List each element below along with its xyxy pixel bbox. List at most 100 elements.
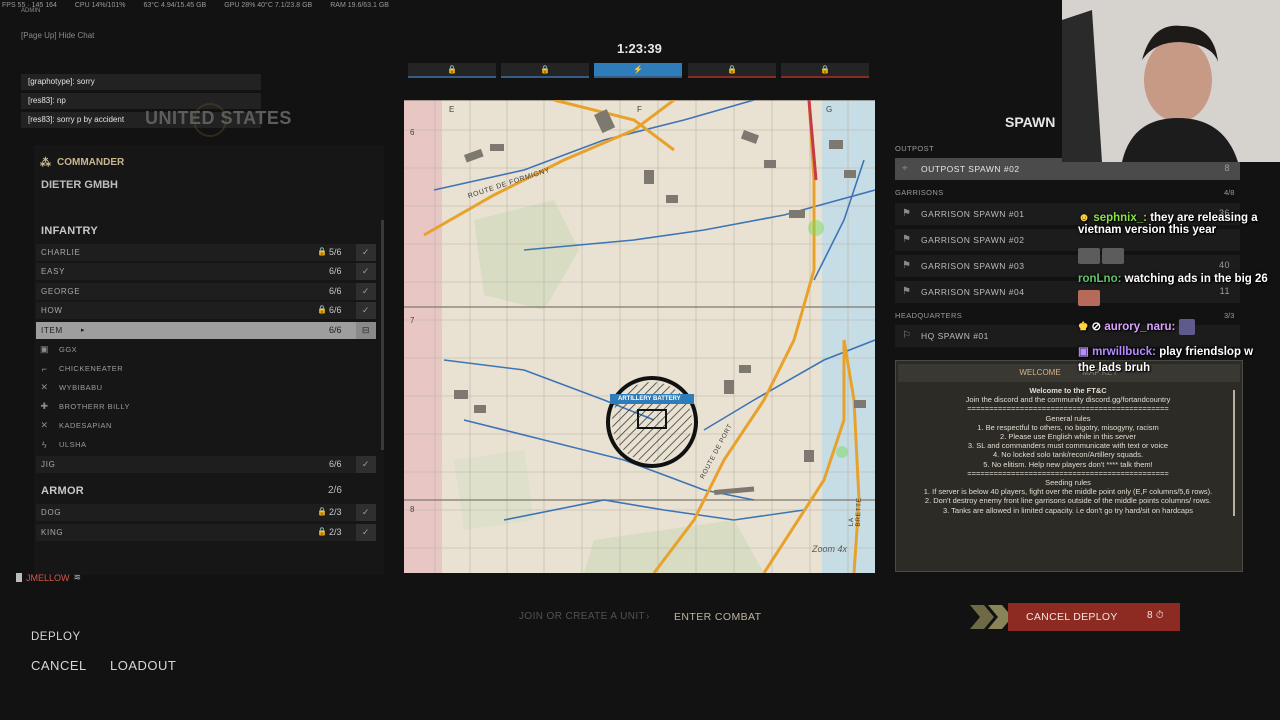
hq-icon: ⚐ bbox=[902, 330, 912, 341]
chevron-right-icon: › bbox=[646, 611, 650, 622]
cancel-deploy-button[interactable]: CANCEL DEPLOY 8 ⏱ bbox=[1008, 603, 1180, 631]
join-unit-button[interactable]: ✓ bbox=[356, 244, 376, 261]
spawn-name: GARRISON SPAWN #03 bbox=[921, 261, 1025, 271]
member-row[interactable]: ✕ KADESAPIAN bbox=[40, 417, 112, 434]
rules-line: 2. Don't destroy enemy front line garris… bbox=[924, 496, 1212, 506]
grid-row-label: 7 bbox=[410, 316, 415, 325]
lock-icon: 🔒 bbox=[317, 527, 328, 536]
lock-icon: 🔒 bbox=[317, 305, 328, 314]
enter-combat-button[interactable]: ENTER COMBAT bbox=[674, 611, 761, 623]
garrison-icon: ⚑ bbox=[902, 260, 912, 271]
deploy-button[interactable]: DEPLOY bbox=[31, 631, 81, 643]
cancel-button[interactable]: CANCEL bbox=[31, 658, 87, 673]
join-unit-button[interactable]: ✓ bbox=[356, 263, 376, 280]
grid-row-label: 8 bbox=[410, 505, 415, 514]
join-or-create-unit-button[interactable]: JOIN OR CREATE A UNIT bbox=[519, 611, 645, 622]
member-name: CHICKENEATER bbox=[59, 364, 124, 373]
loadout-button[interactable]: LOADOUT bbox=[110, 658, 176, 673]
stream-chat-user: ronLno: bbox=[1078, 273, 1122, 285]
outpost-group-heading: OUTPOST bbox=[895, 144, 935, 153]
cancel-deploy-label: CANCEL DEPLOY bbox=[1026, 611, 1118, 623]
rules-scrollbar[interactable] bbox=[1233, 390, 1235, 516]
rules-line: Welcome to the FT&C bbox=[1029, 386, 1107, 395]
spawn-panel-title: SPAWN bbox=[1005, 114, 1056, 130]
tab-welcome[interactable]: WELCOME bbox=[1010, 364, 1070, 382]
faction-title: UNITED STATES bbox=[145, 108, 292, 128]
join-unit-button[interactable]: ✓ bbox=[356, 283, 376, 300]
member-row[interactable]: ⌐ CHICKENEATER bbox=[40, 360, 123, 377]
join-unit-button[interactable]: ✓ bbox=[356, 302, 376, 319]
player-tag: JMELLOW ≋ bbox=[16, 572, 81, 583]
armor-heading: ARMOR bbox=[41, 485, 85, 497]
lock-icon: 🔒 bbox=[317, 507, 328, 516]
unit-count: 2/3 bbox=[329, 507, 342, 517]
rules-line: 2. Please use English while in this serv… bbox=[1000, 432, 1136, 442]
unit-row-charlie[interactable]: CHARLIE 🔒 5/6 ✓ bbox=[36, 244, 376, 261]
member-row[interactable]: ✕ WYBIBABU bbox=[40, 379, 103, 396]
member-name: BROTHERR BILLY bbox=[59, 402, 131, 411]
unit-row-george[interactable]: GEORGE 6/6 ✓ bbox=[36, 283, 376, 300]
grid-col-label: F bbox=[637, 105, 642, 114]
unit-row-item[interactable]: ITEM ▸ 6/6 ⊟ bbox=[36, 322, 376, 339]
armor-count: 2/6 bbox=[328, 485, 342, 496]
spawn-name: GARRISON SPAWN #01 bbox=[921, 209, 1025, 219]
stream-chat-user: aurory_naru: bbox=[1104, 321, 1176, 334]
member-row[interactable]: ✚ BROTHERR BILLY bbox=[40, 398, 130, 415]
grid-row-label: 6 bbox=[410, 128, 415, 137]
infantry-heading: INFANTRY bbox=[41, 225, 98, 237]
capture-point-3: ⚡ bbox=[594, 63, 682, 78]
field bbox=[474, 200, 579, 310]
crown-icon: ♚ bbox=[1078, 321, 1089, 334]
commander-name[interactable]: DIETER GMBH bbox=[41, 179, 118, 191]
unit-row-easy[interactable]: EASY 6/6 ✓ bbox=[36, 263, 376, 280]
unit-count: 5/6 bbox=[329, 247, 342, 257]
unit-count: 6/6 bbox=[329, 459, 342, 469]
hq-count: 3/3 bbox=[1224, 311, 1235, 320]
member-name: GGX bbox=[59, 345, 78, 354]
rules-line: 4. No locked solo tank/recon/Artillery s… bbox=[992, 450, 1144, 460]
join-unit-button[interactable]: ✓ bbox=[356, 504, 376, 521]
capture-point-1: 🔒 bbox=[408, 63, 496, 78]
member-name: ULSHA bbox=[59, 440, 87, 449]
hq-group-heading: HEADQUARTERS bbox=[895, 311, 963, 320]
leave-unit-button[interactable]: ⊟ bbox=[356, 322, 376, 339]
capture-point-5: 🔒 bbox=[781, 63, 869, 78]
member-row[interactable]: ▣ GGX bbox=[40, 341, 77, 358]
rank-icon: ≋ bbox=[73, 572, 82, 582]
ammo-icon: ✕ bbox=[40, 420, 49, 430]
spawn-name: HQ SPAWN #01 bbox=[921, 331, 989, 341]
hide-chat-hint: [Page Up] Hide Chat bbox=[21, 31, 95, 40]
join-unit-button[interactable]: ✓ bbox=[356, 524, 376, 541]
match-timer: 1:23:39 bbox=[617, 41, 662, 56]
unit-count: 6/6 bbox=[329, 286, 342, 296]
expand-arrow-icon: ▸ bbox=[81, 327, 86, 334]
join-unit-button[interactable]: ✓ bbox=[356, 456, 376, 473]
performance-overlay: FPS 55 · 145 164 CPU 14%/101% 63°C 4.94/… bbox=[0, 0, 520, 12]
unit-name: HOW bbox=[41, 306, 63, 315]
objective-label: ARTILLERY BATTERY bbox=[618, 396, 681, 402]
webcam-overlay bbox=[1062, 0, 1280, 162]
unit-row-how[interactable]: HOW 🔒 6/6 ✓ bbox=[36, 302, 376, 319]
enemy-zone bbox=[404, 100, 442, 573]
rifle-icon: ▣ bbox=[40, 344, 50, 354]
road-label: LA BRETTE bbox=[847, 497, 863, 527]
artillery-objective bbox=[606, 376, 698, 468]
unit-row-dog[interactable]: DOG 🔒 2/3 ✓ bbox=[36, 504, 376, 521]
pistol-icon: ⌐ bbox=[41, 363, 48, 374]
stream-chat-message: ronLno: watching ads in the big 26 bbox=[1078, 273, 1268, 285]
unit-name: KING bbox=[41, 528, 64, 537]
tactical-map[interactable]: ROUTE DE FORMIGNY ROUTE DE PORT LA BRETT… bbox=[404, 100, 875, 573]
unit-row-jig[interactable]: JIG 6/6 ✓ bbox=[36, 456, 376, 473]
grid-col-label: G bbox=[826, 105, 833, 114]
unit-row-king[interactable]: KING 🔒 2/3 ✓ bbox=[36, 524, 376, 541]
member-row[interactable]: ϟ ULSHA bbox=[40, 436, 87, 453]
rules-line: 3. SL and commanders must communicate wi… bbox=[967, 441, 1169, 451]
chat-message: [res83]: np bbox=[21, 93, 261, 109]
unit-list-scrollbar[interactable] bbox=[381, 220, 384, 450]
smiley-icon: ☻ bbox=[1078, 212, 1091, 224]
commander-icon: ⁂ bbox=[40, 157, 51, 169]
commander-label: COMMANDER bbox=[57, 157, 125, 168]
garrison-icon: ⚑ bbox=[902, 208, 912, 219]
emote-icon bbox=[1178, 319, 1195, 335]
capture-point-4: 🔒 bbox=[688, 63, 776, 78]
